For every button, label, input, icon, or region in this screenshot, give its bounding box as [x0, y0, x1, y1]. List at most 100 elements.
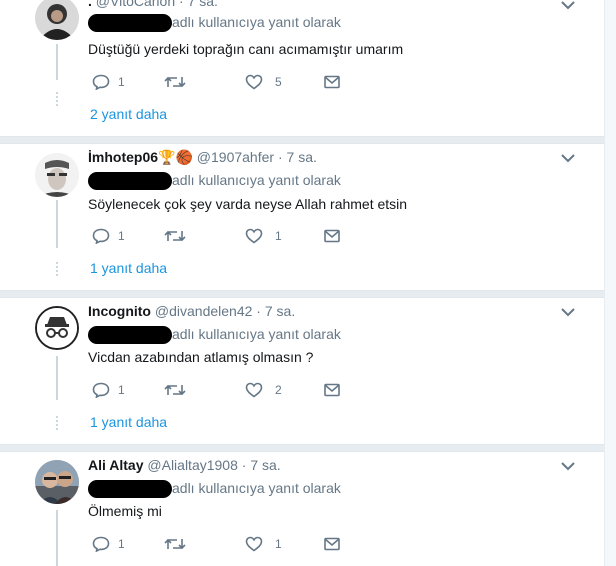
retweet-icon [164, 230, 186, 242]
avatar[interactable] [35, 306, 79, 350]
tweet-text: Söylenecek çok şey varda neyse Allah rah… [88, 196, 408, 212]
thread-dots [56, 416, 58, 430]
tweet[interactable]: Ali Altay @Alialtay1908 · 7 sa. adlı kul… [0, 452, 604, 566]
tweet-actions: 1 1 [88, 226, 348, 246]
reply-context-label: adlı kullanıcıya yanıt olarak [172, 172, 341, 188]
retweet-icon [164, 76, 186, 88]
redacted-username [88, 172, 172, 191]
tweet-header: İmhotep06🏆🏀 @1907ahfer · 7 sa. [88, 149, 317, 166]
username[interactable]: @1907ahfer [197, 149, 274, 165]
tweet-text: Vicdan azabından atlamış olmasın ? [88, 349, 314, 365]
thread-line [56, 510, 58, 566]
username[interactable]: @Alialtay1908 [147, 457, 238, 473]
like-button[interactable]: 5 [245, 72, 282, 92]
direct-message-button[interactable] [324, 380, 340, 400]
tweet-header: Incognito @divandelen42 · 7 sa. [88, 303, 295, 319]
timestamp[interactable]: 7 sa. [287, 149, 317, 165]
thread-dots [56, 92, 58, 106]
tweet[interactable]: Incognito @divandelen42 · 7 sa. adlı kul… [0, 298, 604, 444]
tweet-divider [0, 136, 604, 144]
timestamp[interactable]: 7 sa. [188, 0, 218, 9]
chevron-down-icon[interactable] [561, 0, 575, 10]
envelope-icon [324, 229, 340, 243]
avatar[interactable] [35, 460, 79, 504]
chevron-down-icon[interactable] [561, 461, 575, 471]
like-count: 1 [275, 537, 282, 551]
reply-count: 1 [118, 537, 125, 551]
more-replies-link[interactable]: 2 yanıt daha [90, 106, 167, 122]
like-count: 1 [275, 229, 282, 243]
reply-button[interactable]: 1 [92, 534, 125, 554]
retweet-button[interactable] [164, 380, 194, 400]
tweet-divider [0, 444, 604, 452]
tweet-actions: 1 1 [88, 534, 348, 554]
separator-dot: · [256, 303, 261, 319]
heart-icon [245, 536, 263, 552]
reply-context-label: adlı kullanıcıya yanıt olarak [172, 14, 341, 30]
display-name[interactable]: İmhotep06 [88, 149, 158, 165]
chevron-down-icon[interactable] [561, 153, 575, 163]
more-replies-link[interactable]: 1 yanıt daha [90, 260, 167, 276]
retweet-icon [164, 384, 186, 396]
tweet[interactable]: . @VitoCarlon · 7 sa. adlı kullanıcıya y… [0, 0, 604, 136]
tweet-text: Ölmemiş mi [88, 503, 162, 519]
reply-button[interactable]: 1 [92, 380, 125, 400]
like-button[interactable]: 2 [245, 380, 282, 400]
heart-icon [245, 228, 263, 244]
reply-count: 1 [118, 229, 125, 243]
reply-context: adlı kullanıcıya yanıt olarak [88, 480, 341, 499]
more-replies-link[interactable]: 1 yanıt daha [90, 414, 167, 430]
redacted-username [88, 326, 172, 345]
tweet-header: Ali Altay @Alialtay1908 · 7 sa. [88, 457, 281, 473]
display-name[interactable]: . [88, 0, 92, 9]
reply-icon [92, 228, 110, 244]
page-scrollbar[interactable] [604, 0, 616, 566]
tweet-divider [0, 290, 604, 298]
username[interactable]: @VitoCarlon [96, 0, 175, 9]
thread-line [56, 44, 58, 80]
direct-message-button[interactable] [324, 534, 340, 554]
reply-button[interactable]: 1 [92, 72, 125, 92]
retweet-button[interactable] [164, 534, 194, 554]
username[interactable]: @divandelen42 [155, 303, 253, 319]
reply-context: adlı kullanıcıya yanıt olarak [88, 326, 341, 345]
envelope-icon [324, 383, 340, 397]
tweet[interactable]: İmhotep06🏆🏀 @1907ahfer · 7 sa. adlı kull… [0, 144, 604, 290]
envelope-icon [324, 537, 340, 551]
display-name[interactable]: Ali Altay [88, 457, 144, 473]
avatar[interactable] [35, 153, 79, 197]
redacted-username [88, 480, 172, 499]
reply-icon [92, 536, 110, 552]
tweet-actions: 1 2 [88, 380, 348, 400]
like-button[interactable]: 1 [245, 534, 282, 554]
retweet-button[interactable] [164, 226, 194, 246]
separator-dot: · [179, 0, 184, 9]
separator-dot: · [241, 457, 247, 473]
tweet-header: . @VitoCarlon · 7 sa. [88, 0, 218, 9]
redacted-username [88, 14, 172, 33]
reply-context-label: adlı kullanıcıya yanıt olarak [172, 480, 341, 496]
tweet-text: Düştüğü yerdeki toprağın canı acımamıştı… [88, 41, 404, 57]
chevron-down-icon[interactable] [561, 307, 575, 317]
reply-icon [92, 74, 110, 90]
reply-context: adlı kullanıcıya yanıt olarak [88, 14, 341, 33]
envelope-icon [324, 75, 340, 89]
trophy-emoji: 🏆 [158, 149, 176, 165]
thread-line [56, 200, 58, 248]
like-count: 2 [275, 383, 282, 397]
timestamp[interactable]: 7 sa. [250, 457, 280, 473]
direct-message-button[interactable] [324, 72, 340, 92]
reply-context: adlı kullanıcıya yanıt olarak [88, 172, 341, 191]
reply-context-label: adlı kullanıcıya yanıt olarak [172, 326, 341, 342]
thread-line [56, 356, 58, 400]
timestamp[interactable]: 7 sa. [265, 303, 295, 319]
avatar[interactable] [35, 0, 79, 40]
basketball-emoji: 🏀 [175, 149, 193, 165]
retweet-icon [164, 538, 186, 550]
direct-message-button[interactable] [324, 226, 340, 246]
retweet-button[interactable] [164, 72, 194, 92]
display-name[interactable]: Incognito [88, 303, 151, 319]
like-button[interactable]: 1 [245, 226, 282, 246]
reply-button[interactable]: 1 [92, 226, 125, 246]
tweet-actions: 1 5 [88, 72, 348, 92]
